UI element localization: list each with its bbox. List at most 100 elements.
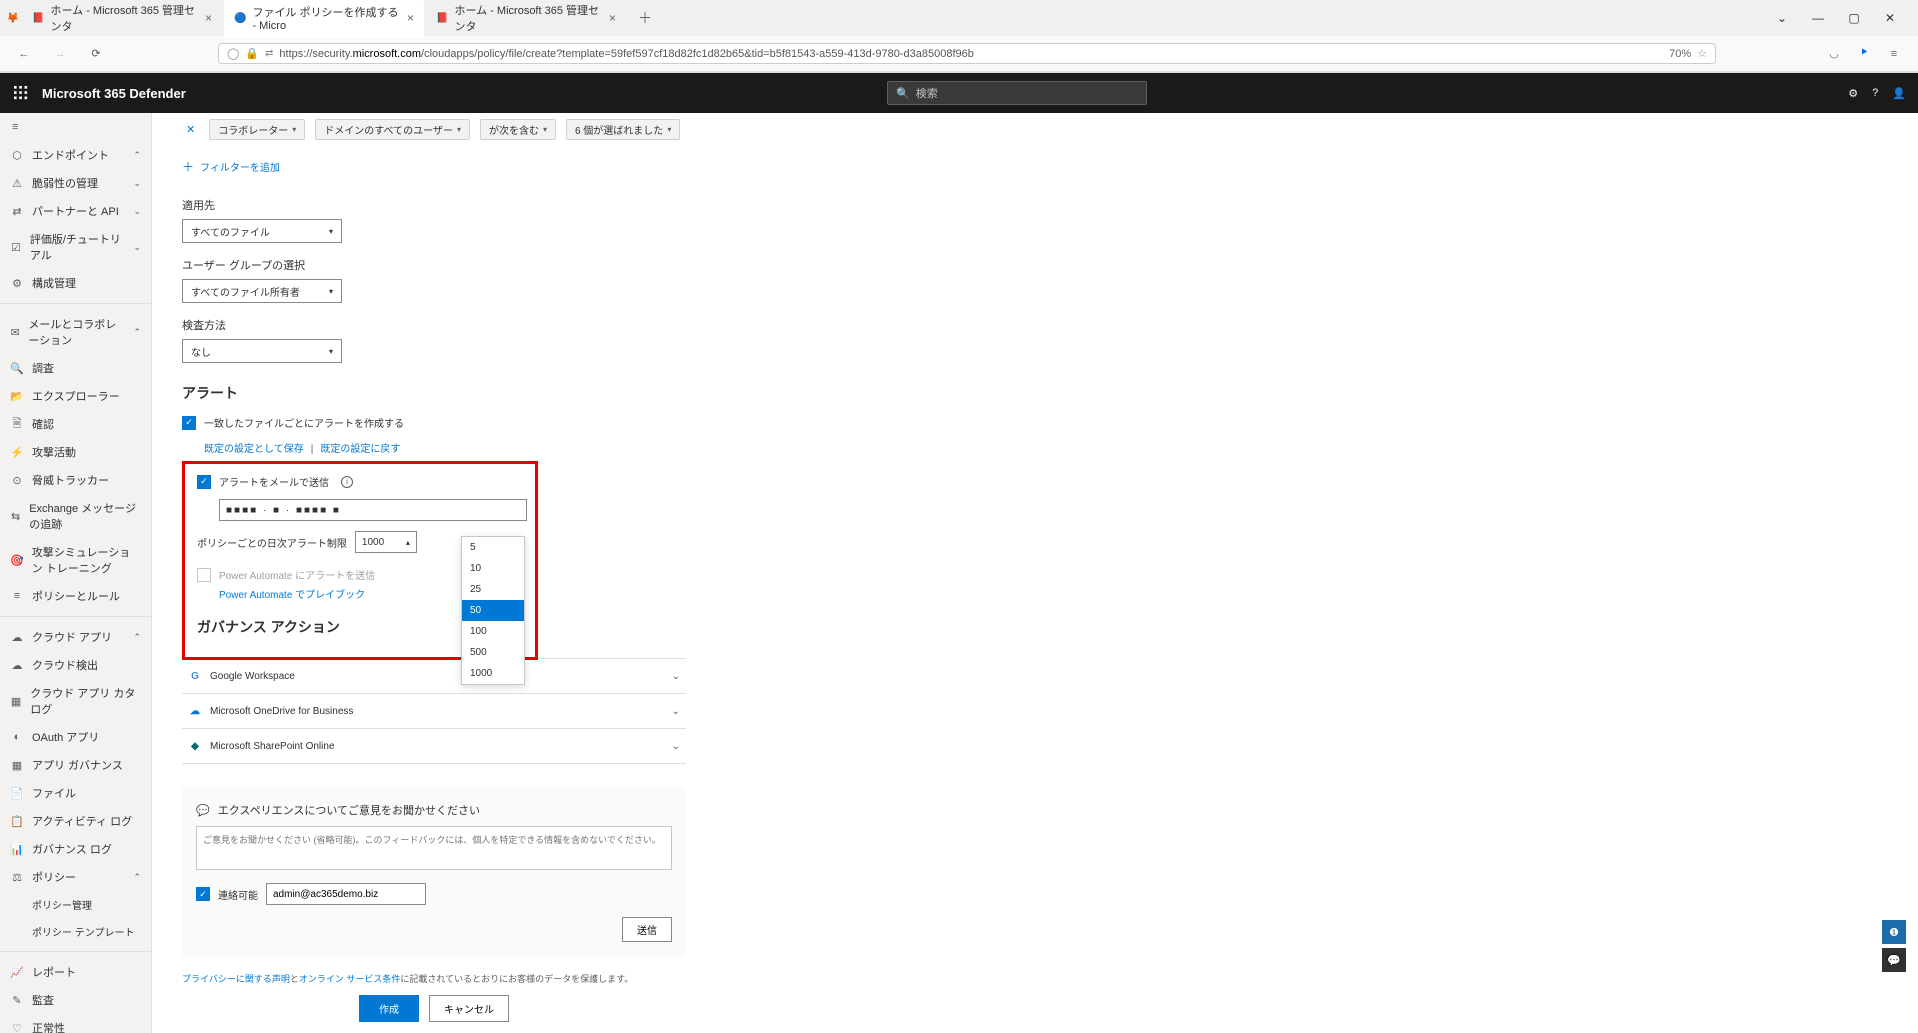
browser-tab-1[interactable]: 📕 ホーム - Microsoft 365 管理センタ × (22, 0, 222, 40)
dropdown-option[interactable]: 500 (462, 642, 524, 663)
sidebar-item[interactable]: 📈レポート (0, 958, 151, 986)
firefox-icon: 🦊 (6, 11, 20, 25)
daily-limit-select[interactable]: 1000 ▴ (355, 531, 417, 553)
create-alert-checkbox[interactable]: ✓ (182, 416, 196, 430)
sidebar-item[interactable]: ⬡エンドポイント⌃ (0, 141, 151, 169)
app-icon: G (188, 669, 202, 683)
sidebar-item[interactable]: ✎監査 (0, 986, 151, 1014)
send-email-alert-checkbox[interactable]: ✓ (197, 475, 211, 489)
send-feedback-button[interactable]: 送信 (622, 917, 672, 942)
zoom-indicator[interactable]: 70% (1669, 48, 1691, 60)
help-icon[interactable]: ? (1872, 87, 1878, 99)
governance-app-row[interactable]: ◆Microsoft SharePoint Online⌄ (182, 729, 686, 764)
dropdown-option[interactable]: 100 (462, 621, 524, 642)
sidebar-item[interactable]: ⚙構成管理 (0, 269, 151, 297)
account-icon[interactable]: 👤 (1892, 87, 1906, 100)
create-button[interactable]: 作成 (359, 995, 419, 1022)
sidebar-item[interactable]: 📋アクティビティ ログ (0, 807, 151, 835)
filter-chip-selected-count[interactable]: 6 個が選ばれました▾ (566, 119, 680, 140)
sidebar-item[interactable]: 📂エクスプローラー (0, 382, 151, 410)
feedback-float-button[interactable]: 💬 (1882, 948, 1906, 972)
close-icon[interactable]: × (609, 11, 616, 25)
sidebar-item-label: クラウド アプリ (32, 629, 112, 645)
privacy-statement-link[interactable]: プライバシーに関する声明 (182, 974, 290, 984)
power-automate-icon[interactable]: ⯈ (1854, 44, 1874, 64)
app-launcher-icon[interactable] (12, 84, 30, 102)
sidebar-item[interactable]: ⊙脅威トラッカー (0, 466, 151, 494)
sidebar-item[interactable]: 🎯攻撃シミュレーション トレーニング (0, 538, 151, 582)
sidebar-item[interactable]: ✉メールとコラボレーション⌃ (0, 310, 151, 354)
global-search-input[interactable]: 🔍 検索 (887, 81, 1147, 105)
sidebar-item-label: ポリシー テンプレート (32, 924, 134, 939)
maximize-button[interactable]: ▢ (1842, 6, 1866, 30)
close-window-button[interactable]: ✕ (1878, 6, 1902, 30)
sidebar-item[interactable]: ♡正常性 (0, 1014, 151, 1033)
browser-tab-3[interactable]: 📕 ホーム - Microsoft 365 管理センタ × (426, 0, 626, 40)
inspection-method-select[interactable]: なし▾ (182, 339, 342, 363)
minimize-button[interactable]: — (1806, 6, 1830, 30)
restore-default-link[interactable]: 既定の設定に戻す (320, 444, 400, 455)
sidebar-item[interactable]: ▦アプリ ガバナンス (0, 751, 151, 779)
browser-tab-2-active[interactable]: 🔵 ファイル ポリシーを作成する - Micro × (224, 0, 424, 38)
sidebar-item[interactable]: ☑評価版/チュートリアル⌄ (0, 225, 151, 269)
help-float-button[interactable]: ❶ (1882, 920, 1906, 944)
sidebar-item[interactable]: ▦クラウド アプリ カタログ (0, 679, 151, 723)
sidebar-item-icon: ☑ (10, 240, 22, 254)
remove-filter-icon[interactable]: ✕ (182, 123, 199, 136)
url-input[interactable]: ◯ 🔒 ⇄ https://security.microsoft.com/clo… (218, 43, 1716, 64)
dropdown-option[interactable]: 50 (462, 600, 524, 621)
chevron-down-icon: ▾ (329, 287, 333, 296)
contact-email-input[interactable] (266, 883, 426, 905)
new-tab-button[interactable]: ＋ (628, 4, 662, 32)
filter-chip-domain-users[interactable]: ドメインのすべてのユーザー▾ (315, 119, 470, 140)
sidebar-item[interactable]: ポリシー管理 (0, 891, 151, 918)
filter-chip-collaborator[interactable]: コラボレーター▾ (209, 119, 305, 140)
cancel-button[interactable]: キャンセル (429, 995, 509, 1022)
sidebar-item[interactable]: ☁クラウド アプリ⌃ (0, 623, 151, 651)
pocket-icon[interactable]: ◡ (1824, 44, 1844, 64)
info-icon[interactable]: i (341, 476, 353, 488)
alert-email-input[interactable]: ■■■■ · ■ · ■■■■ ■ (219, 499, 527, 521)
sidebar-item[interactable]: 📄ファイル (0, 779, 151, 807)
dropdown-option[interactable]: 1000 (462, 663, 524, 684)
contactable-checkbox[interactable]: ✓ (196, 887, 210, 901)
chevron-down-icon[interactable]: ⌄ (1770, 6, 1794, 30)
dropdown-option[interactable]: 5 (462, 537, 524, 558)
governance-app-row[interactable]: GGoogle Workspace⌄ (182, 658, 686, 694)
star-icon[interactable]: ☆ (1697, 47, 1707, 60)
service-terms-link[interactable]: オンライン サービス条件 (299, 974, 401, 984)
settings-gear-icon[interactable]: ⚙ (1848, 87, 1858, 100)
sidebar-item[interactable]: ≡ポリシーとルール (0, 582, 151, 610)
back-button[interactable]: ← (10, 40, 38, 68)
power-automate-checkbox[interactable] (197, 568, 211, 582)
sidebar-item[interactable]: 📊ガバナンス ログ (0, 835, 151, 863)
close-icon[interactable]: × (407, 11, 414, 25)
sidebar-item-icon: ⚠ (10, 176, 24, 190)
sidebar-item[interactable]: 🔍調査 (0, 354, 151, 382)
reload-button[interactable]: ⟳ (82, 40, 110, 68)
sidebar-item[interactable]: 🗎確認 (0, 410, 151, 438)
dropdown-option[interactable]: 25 (462, 579, 524, 600)
save-default-link[interactable]: 既定の設定として保存 (204, 444, 304, 455)
sidebar-item[interactable]: ◐OAuth アプリ (0, 723, 151, 751)
sidebar-item-label: ファイル (32, 785, 76, 801)
menu-icon[interactable]: ≡ (1884, 44, 1904, 64)
close-icon[interactable]: × (205, 11, 212, 25)
user-group-select[interactable]: すべてのファイル所有者▾ (182, 279, 342, 303)
sidebar-item[interactable]: ☁クラウド検出 (0, 651, 151, 679)
sidebar-item[interactable]: ⇄パートナーと API⌄ (0, 197, 151, 225)
sidebar-item[interactable]: ポリシー テンプレート (0, 918, 151, 945)
sidebar-item[interactable]: ⇆Exchange メッセージの追跡 (0, 494, 151, 538)
dropdown-option[interactable]: 10 (462, 558, 524, 579)
sidebar-item[interactable]: ⚖ポリシー⌃ (0, 863, 151, 891)
filter-chip-contains[interactable]: が次を含む▾ (480, 119, 556, 140)
add-filter-button[interactable]: ＋ フィルターを追加 (182, 150, 1888, 183)
sidebar-item-label: クラウド アプリ カタログ (30, 685, 141, 717)
governance-app-row[interactable]: ☁Microsoft OneDrive for Business⌄ (182, 694, 686, 729)
sidebar-item[interactable]: ⚠脆弱性の管理⌄ (0, 169, 151, 197)
sidebar-item[interactable]: ⚡攻撃活動 (0, 438, 151, 466)
feedback-textarea[interactable] (196, 826, 672, 870)
sidebar-toggle[interactable]: ≡ (0, 113, 151, 141)
apply-to-select[interactable]: すべてのファイル▾ (182, 219, 342, 243)
privacy-notice: プライバシーに関する声明とオンライン サービス条件に記載されているとおりにお客様… (182, 972, 1888, 985)
